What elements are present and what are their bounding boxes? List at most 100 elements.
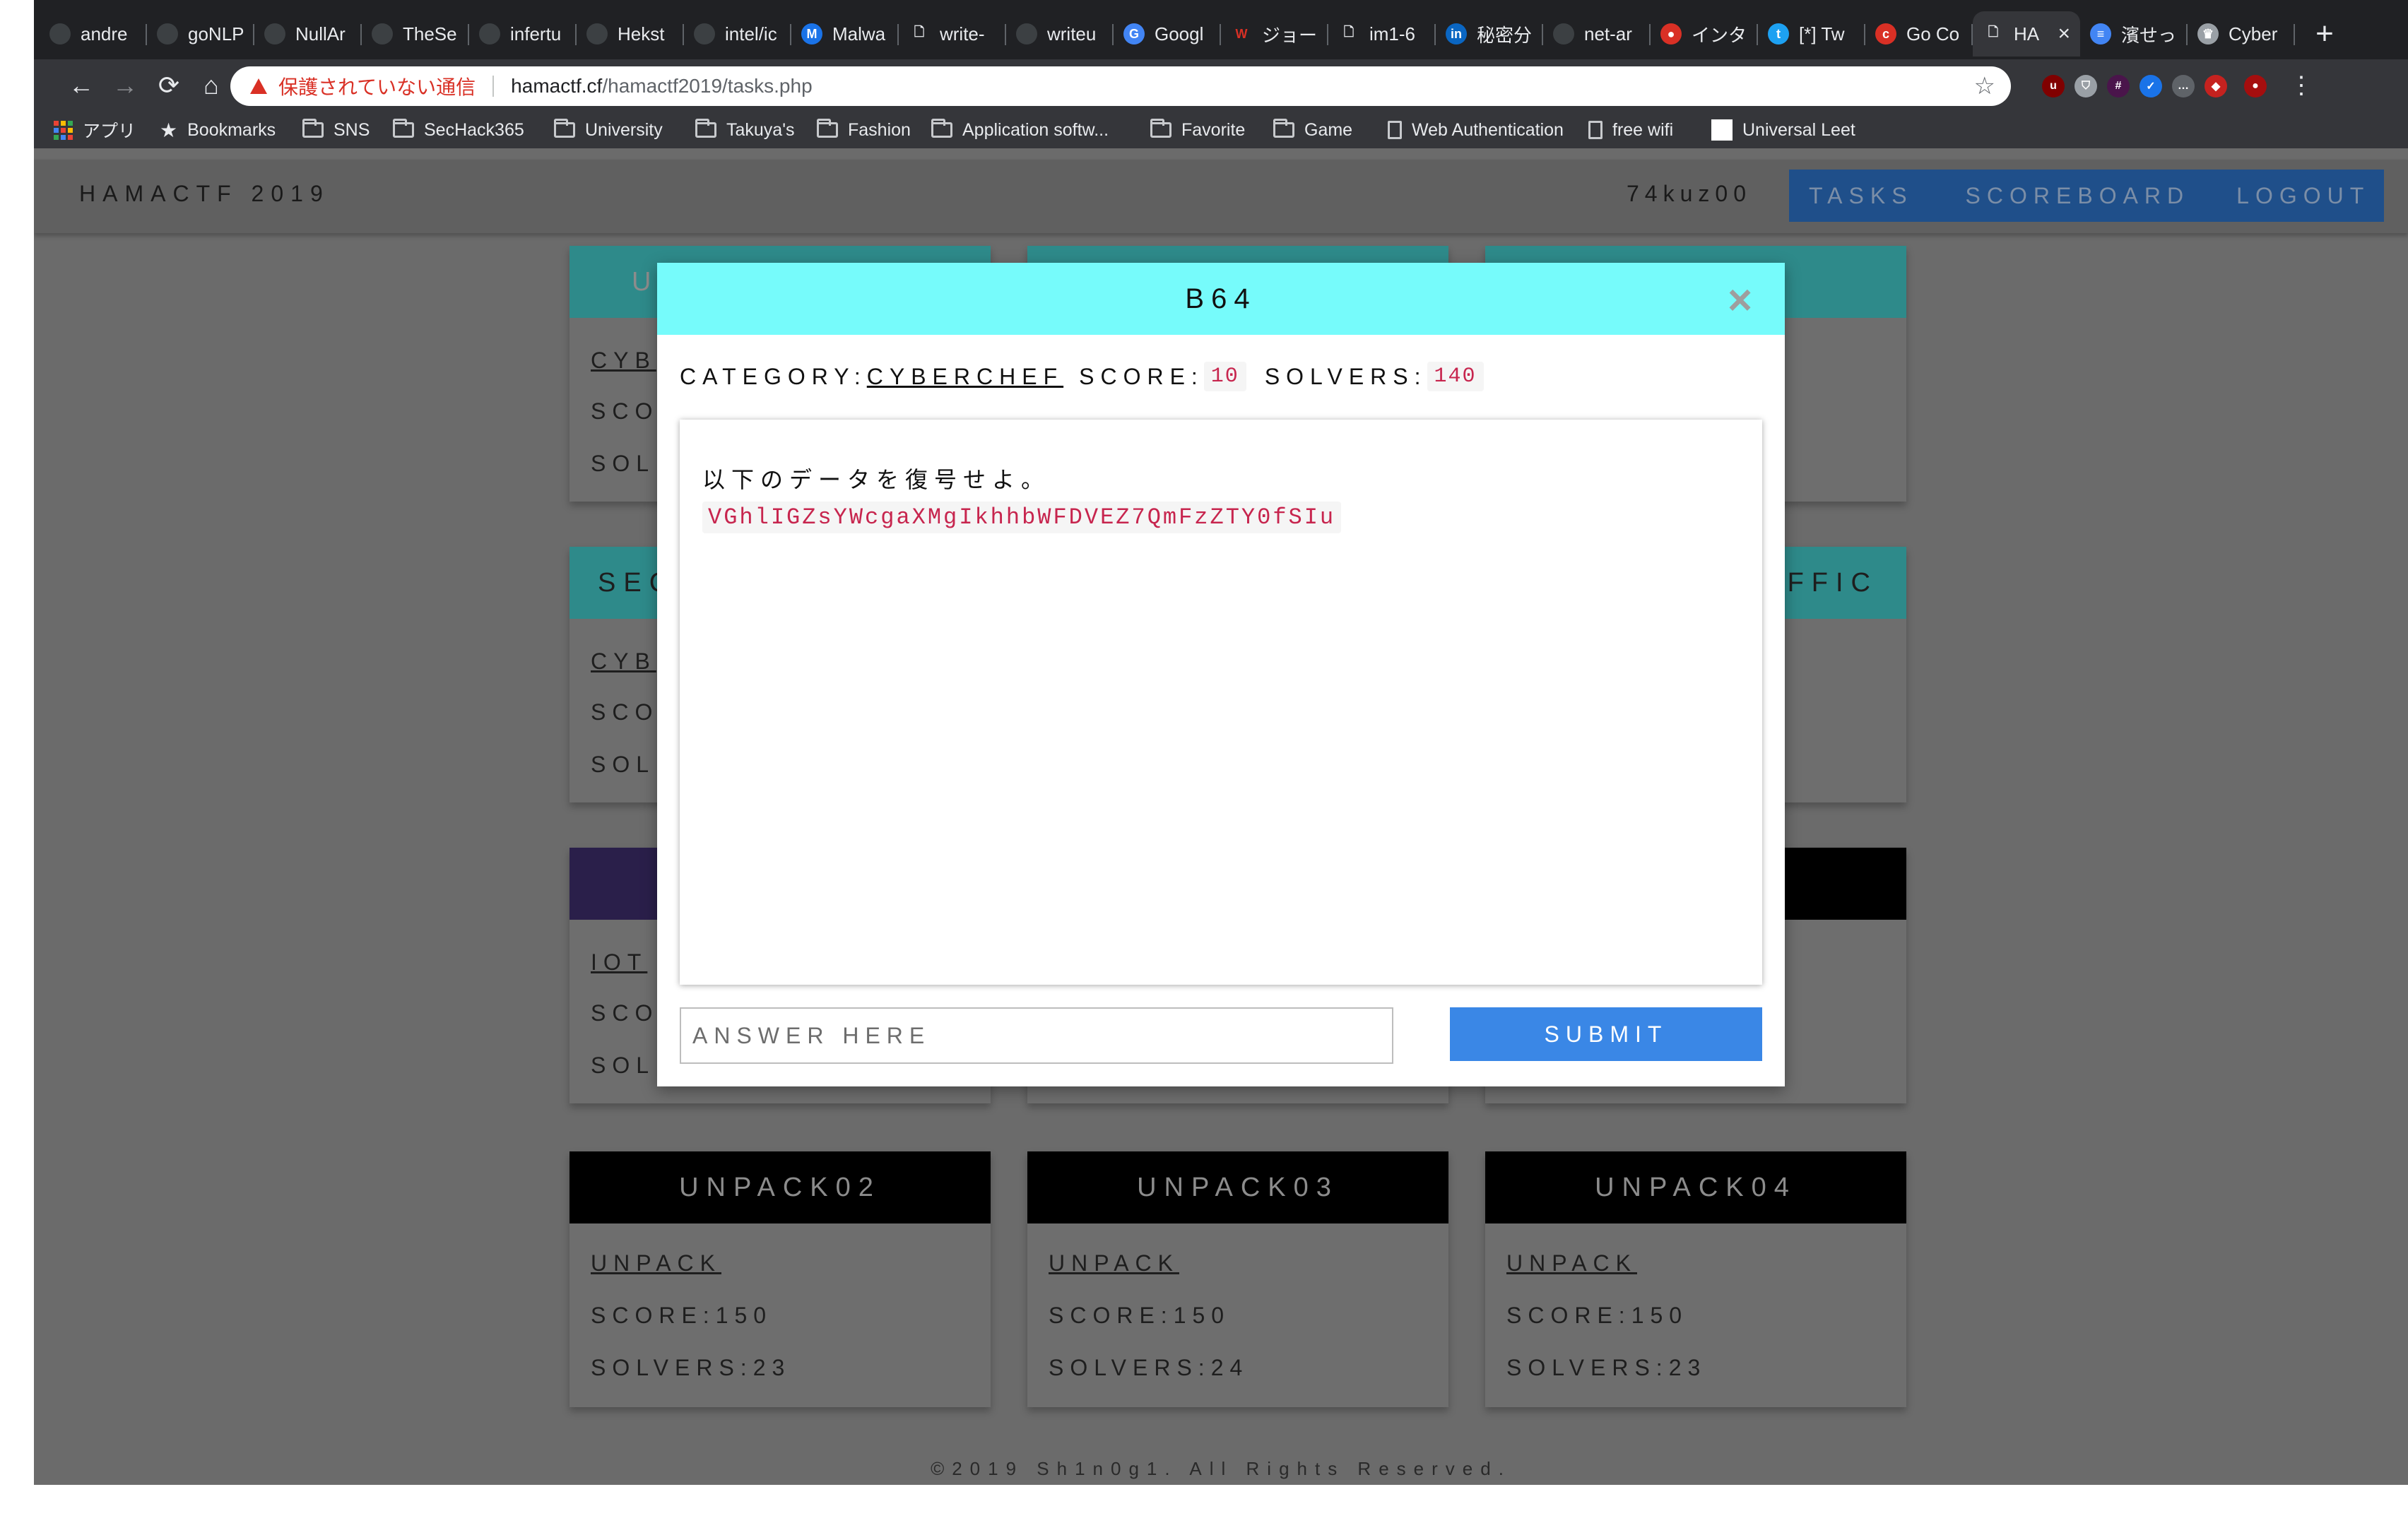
task-card-category[interactable]: UNPACK	[591, 1250, 721, 1276]
slack-icon[interactable]: #	[2107, 75, 2130, 97]
browser-tab[interactable]: writeu	[1006, 11, 1114, 57]
task-card-unpack03[interactable]: UNPACK03 UNPACK SCORE:150 SOLVERS:24	[1027, 1151, 1448, 1407]
browser-tab[interactable]: in 秘密分	[1436, 11, 1543, 57]
browser-tab[interactable]: TheSe	[362, 11, 469, 57]
task-card-category[interactable]: CYB	[591, 348, 656, 374]
tab-label: intel/ic	[725, 23, 777, 45]
shield-icon[interactable]: ◆	[2205, 75, 2227, 97]
bookmark-label: free wifi	[1612, 119, 1674, 140]
browser-tab[interactable]: net-ar	[1543, 11, 1651, 57]
close-icon[interactable]: ×	[1728, 275, 1752, 324]
folder-icon	[695, 119, 716, 138]
task-card-category[interactable]: CYB	[591, 648, 656, 675]
c-icon: c	[1875, 23, 1896, 45]
category-link[interactable]: CYBERCHEF	[867, 364, 1063, 390]
bookmark-item[interactable]: SNS	[302, 112, 370, 148]
tab-label: NullAr	[295, 23, 346, 45]
ublock-icon[interactable]: u	[2042, 75, 2065, 97]
bookmark-item[interactable]: Application softw...	[931, 112, 1109, 148]
browser-tab[interactable]: ≡ 濱せっ	[2080, 11, 2188, 57]
bookmark-label: SNS	[334, 119, 370, 140]
browser-tab[interactable]: W ジョー	[1221, 11, 1328, 57]
bookmark-item[interactable]: SecHack365	[393, 112, 524, 148]
home-icon[interactable]: ⌂	[192, 66, 230, 105]
bookmark-item[interactable]: Favorite	[1150, 112, 1245, 148]
task-card-category[interactable]: UNPACK	[1049, 1250, 1179, 1276]
nav-tasks[interactable]: TASKS	[1809, 183, 1913, 209]
browser-tab[interactable]: ● インタ	[1651, 11, 1758, 57]
browser-tab[interactable]: andre	[40, 11, 147, 57]
bookmark-star-icon[interactable]: ☆	[1974, 72, 1995, 100]
task-modal: B64 × CATEGORY: CYBERCHEF SCORE: 10 SOLV…	[657, 263, 1785, 1086]
tab-label: HA	[2014, 23, 2040, 45]
browser-tab[interactable]: infertu	[469, 11, 577, 57]
browser-tab[interactable]: c Go Co	[1865, 11, 1973, 57]
bookmark-item[interactable]: free wifi	[1588, 112, 1673, 148]
profile-avatar[interactable]: ●	[2244, 75, 2267, 97]
browser-tab[interactable]: G Googl	[1114, 11, 1221, 57]
bookmark-item[interactable]: Fashion	[817, 112, 911, 148]
url-path: /hamactf2019/tasks.php	[602, 75, 813, 97]
reload-icon[interactable]: ⟳	[150, 66, 188, 105]
nav-scoreboard[interactable]: SCOREBOARD	[1966, 183, 2190, 209]
modal-title: B64	[1185, 283, 1257, 314]
task-meta: CATEGORY: CYBERCHEF SCORE: 10 SOLVERS: 1…	[680, 362, 1502, 391]
site-brand[interactable]: HAMACTF 2019	[79, 181, 330, 207]
chat-icon[interactable]: …	[2172, 75, 2195, 97]
task-card-category[interactable]: IOT	[591, 949, 647, 976]
browser-tab[interactable]: 🗋 im1-6	[1328, 11, 1436, 57]
task-card-category[interactable]: UNPACK	[1506, 1250, 1637, 1276]
close-tab-icon[interactable]: ×	[2058, 22, 2070, 46]
submit-button[interactable]: SUBMIT	[1450, 1007, 1762, 1061]
page-icon: 🗋	[914, 25, 925, 39]
task-card-unpack04[interactable]: UNPACK04 UNPACK SCORE:150 SOLVERS:23	[1485, 1151, 1906, 1407]
task-card-score: SCO	[591, 1000, 659, 1026]
nav-logout[interactable]: LOGOUT	[2236, 183, 2370, 209]
browser-tab[interactable]: M Malwa	[791, 11, 899, 57]
bookmark-item[interactable]: Takuya's	[695, 112, 794, 148]
site-footer: ©2019 Sh1n0g1. All Rights Reserved.	[931, 1458, 1511, 1479]
extension-icon[interactable]: ⛉	[2074, 75, 2097, 97]
bookmark-item[interactable]: Game	[1273, 112, 1352, 148]
twitter-icon: t	[1768, 23, 1789, 45]
task-card-solvers: SOLVERS:24	[1049, 1355, 1249, 1380]
github-icon	[479, 23, 500, 45]
score-value: 10	[1203, 362, 1246, 391]
new-tab-button[interactable]: +	[2303, 13, 2346, 55]
browser-tab[interactable]: NullAr	[254, 11, 362, 57]
bookmark-label: Fashion	[848, 119, 911, 140]
folder-icon	[393, 119, 414, 138]
bookmark-item[interactable]: Web Authentication	[1388, 112, 1564, 148]
browser-tab[interactable]: Hekst	[577, 11, 684, 57]
folder-icon	[1150, 119, 1171, 138]
compass-icon[interactable]: ✓	[2140, 75, 2162, 97]
bookmark-item[interactable]: アプリ	[54, 112, 136, 148]
security-status[interactable]: 保護されていない通信	[278, 72, 476, 100]
ciphertext: VGhlIGZsYWcgaXMgIkhhbWFDVEZ7QmFzZTY0fSIu	[702, 502, 1342, 533]
github-icon	[1016, 23, 1037, 45]
browser-tab[interactable]: goNLP	[147, 11, 254, 57]
chef-icon: ♛	[2197, 23, 2219, 45]
menu-icon[interactable]: ⋮	[2282, 66, 2320, 105]
page-icon: 🗋	[1343, 25, 1354, 39]
browser-tab[interactable]: ♛ Cyber	[2188, 11, 2295, 57]
task-card-title: UNPACK03	[1027, 1151, 1448, 1223]
tab-separator	[2294, 24, 2295, 45]
task-card-unpack02[interactable]: UNPACK02 UNPACK SCORE:150 SOLVERS:23	[569, 1151, 991, 1407]
forward-icon[interactable]: →	[106, 66, 144, 105]
bookmark-item[interactable]: Universal Leet	[1711, 112, 1855, 148]
browser-tab[interactable]: 🗋 write-	[899, 11, 1006, 57]
bookmark-item[interactable]: University	[554, 112, 663, 148]
bookmark-label: University	[585, 119, 663, 140]
answer-input[interactable]	[680, 1007, 1393, 1064]
browser-tab[interactable]: intel/ic	[684, 11, 791, 57]
apps-icon	[54, 120, 73, 140]
github-icon	[1553, 23, 1574, 45]
github-icon	[264, 23, 285, 45]
back-icon[interactable]: ←	[62, 66, 100, 105]
browser-tab[interactable]: t [*] Tw	[1758, 11, 1865, 57]
address-bar[interactable]: 保護されていない通信 hamactf.cf/hamactf2019/tasks.…	[230, 66, 2011, 106]
bookmark-item[interactable]: ★ Bookmarks	[160, 112, 276, 148]
task-card-title: UNPACK02	[569, 1151, 991, 1223]
browser-tab[interactable]: 🗋 HA ×	[1973, 11, 2080, 57]
